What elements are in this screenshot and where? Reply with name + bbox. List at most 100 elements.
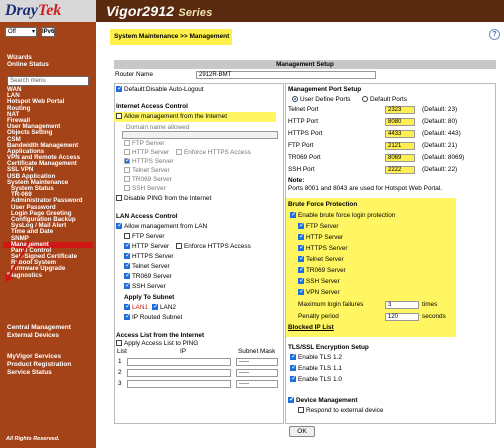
blocked-ip-link[interactable]: Blocked IP List bbox=[288, 324, 334, 332]
respond-external-checkbox[interactable] bbox=[298, 407, 304, 413]
tls12-label: Enable TLS 1.2 bbox=[298, 354, 342, 361]
brute-force-title: Brute Force Protection bbox=[288, 201, 358, 208]
note-title: Note: bbox=[288, 177, 305, 184]
default-logout-checkbox[interactable] bbox=[116, 85, 123, 93]
tls10-checkbox[interactable] bbox=[290, 375, 297, 383]
internet-ssh-label: SSH Server bbox=[132, 185, 166, 192]
router-name-label: Router Name bbox=[115, 71, 154, 78]
lan-ssh-label: SSH Server bbox=[132, 283, 166, 290]
internet-telnet-checkbox[interactable] bbox=[124, 167, 130, 173]
penalty-input[interactable]: 120 bbox=[385, 313, 419, 321]
access-mask-1-select[interactable]: ----- bbox=[236, 358, 278, 366]
sidebar-product-registration[interactable]: Product Registration bbox=[7, 361, 71, 368]
allow-internet-row[interactable]: Allow management from the Internet bbox=[116, 113, 227, 121]
search-menu-input[interactable]: Search menu bbox=[7, 76, 89, 86]
router-name-input[interactable]: 2912R-BMT bbox=[196, 71, 376, 79]
access-ip-1-input[interactable] bbox=[127, 358, 231, 366]
brute-ftp-checkbox[interactable] bbox=[298, 222, 305, 230]
lan-telnet-label: Telnet Server bbox=[132, 263, 170, 270]
brute-https-checkbox[interactable] bbox=[298, 244, 305, 252]
lan-telnet-checkbox[interactable] bbox=[124, 262, 131, 270]
management-setup-header: Management Setup bbox=[114, 60, 496, 69]
apply-ping-label: Apply Access List to PING bbox=[124, 340, 199, 347]
lan-https-checkbox[interactable] bbox=[124, 252, 131, 260]
lan-ftp-checkbox[interactable] bbox=[124, 233, 130, 239]
penalty-unit: seconds bbox=[422, 313, 446, 320]
default-ports-label: Default Ports bbox=[370, 96, 407, 103]
http-port-input[interactable]: 8080 bbox=[385, 118, 415, 126]
device-management-checkbox[interactable] bbox=[288, 396, 295, 404]
lan-http-checkbox[interactable] bbox=[124, 242, 131, 250]
copyright-text: All Rights Reserved. bbox=[6, 436, 60, 442]
brute-tr069-label: TR069 Server bbox=[306, 267, 346, 274]
internet-https-checkbox[interactable] bbox=[124, 157, 131, 165]
sidebar-external-devices[interactable]: External Devices bbox=[7, 332, 59, 339]
enable-brute-force-checkbox[interactable] bbox=[290, 211, 297, 219]
brute-vpn-label: VPN Server bbox=[306, 289, 340, 296]
disable-ping-checkbox[interactable] bbox=[116, 195, 122, 201]
ok-button[interactable]: OK bbox=[289, 426, 315, 437]
max-failures-label: Maximum login failures bbox=[298, 301, 364, 308]
internet-tr069-checkbox[interactable] bbox=[124, 176, 130, 182]
default-logout-row[interactable]: Default:Disable Auto-Logout bbox=[116, 85, 204, 94]
lan-http-label: HTTP Server bbox=[132, 243, 170, 250]
access-ip-2-input[interactable] bbox=[127, 369, 231, 377]
port-setup-title: Management Port Setup bbox=[288, 86, 362, 93]
user-define-radio[interactable] bbox=[292, 96, 298, 102]
lan2-checkbox[interactable] bbox=[152, 303, 159, 311]
tls12-checkbox[interactable] bbox=[290, 353, 297, 361]
internet-http-checkbox[interactable] bbox=[124, 149, 130, 155]
ssh-port-input[interactable]: 2222 bbox=[385, 166, 415, 174]
ip-routed-label: IP Routed Subnet bbox=[132, 314, 183, 321]
internet-ftp-checkbox[interactable] bbox=[124, 140, 130, 146]
lan-ssh-checkbox[interactable] bbox=[124, 282, 131, 290]
sidebar-service-status[interactable]: Service Status bbox=[7, 369, 52, 376]
device-management-label: Device Management bbox=[296, 397, 358, 404]
mode-dropdown[interactable]: Off bbox=[5, 27, 37, 37]
brute-http-checkbox[interactable] bbox=[298, 233, 305, 241]
domain-allowed-input[interactable] bbox=[122, 131, 278, 139]
tr069-port-label: TR069 Port bbox=[288, 154, 321, 161]
telnet-port-default: (Default: 23) bbox=[422, 106, 458, 113]
https-port-input[interactable]: 4433 bbox=[385, 130, 415, 138]
max-failures-input[interactable]: 3 bbox=[385, 301, 419, 309]
internet-ssh-checkbox[interactable] bbox=[124, 185, 130, 191]
brute-vpn-checkbox[interactable] bbox=[298, 288, 305, 296]
ipv6-toggle[interactable]: IPv6 bbox=[41, 27, 55, 37]
disable-ping-label: Disable PING from the Internet bbox=[124, 195, 212, 202]
sidebar-menu: WAN LAN Hotspot Web Portal Routing NAT F… bbox=[3, 86, 93, 279]
apply-ping-checkbox[interactable] bbox=[116, 340, 122, 346]
col-ip-header: IP bbox=[180, 348, 187, 355]
https-port-default: (Default: 443) bbox=[422, 130, 461, 137]
tls11-checkbox[interactable] bbox=[290, 364, 297, 372]
allow-internet-checkbox[interactable] bbox=[116, 113, 122, 119]
lan1-label: LAN1 bbox=[132, 304, 148, 311]
lan2-label: LAN2 bbox=[160, 304, 176, 311]
lan1-checkbox[interactable] bbox=[124, 303, 131, 311]
sidebar-wizards[interactable]: Wizards bbox=[7, 54, 32, 61]
allow-lan-checkbox[interactable] bbox=[116, 222, 123, 230]
default-ports-radio[interactable] bbox=[362, 96, 368, 102]
ftp-port-input[interactable]: 2121 bbox=[385, 142, 415, 150]
brute-ssh-checkbox[interactable] bbox=[298, 277, 305, 285]
lan-tr069-label: TR069 Server bbox=[132, 273, 172, 280]
tr069-port-input[interactable]: 8069 bbox=[385, 154, 415, 162]
access-mask-2-select[interactable]: ----- bbox=[236, 369, 278, 377]
max-failures-unit: times bbox=[422, 301, 438, 308]
ip-routed-checkbox[interactable] bbox=[124, 313, 131, 321]
brute-tr069-checkbox[interactable] bbox=[298, 266, 305, 274]
brute-telnet-checkbox[interactable] bbox=[298, 255, 305, 263]
sidebar-item-diagnostics[interactable]: Diagnostics bbox=[7, 272, 93, 279]
sidebar-myvigor[interactable]: MyVigor Services bbox=[7, 353, 61, 360]
access-mask-3-select[interactable]: ----- bbox=[236, 380, 278, 388]
access-ip-3-input[interactable] bbox=[127, 380, 231, 388]
ssh-port-default: (Default: 22) bbox=[422, 166, 458, 173]
breadcrumb: System Maintenance >> Management bbox=[110, 29, 232, 45]
sidebar-online-status[interactable]: Online Status bbox=[7, 61, 49, 68]
sidebar-central-management[interactable]: Central Management bbox=[7, 324, 71, 331]
lan-tr069-checkbox[interactable] bbox=[124, 272, 131, 280]
help-icon[interactable]: ? bbox=[489, 29, 500, 40]
telnet-port-input[interactable]: 2323 bbox=[385, 106, 415, 114]
lan-enforce-https-checkbox[interactable] bbox=[176, 243, 182, 249]
internet-enforce-https-checkbox[interactable] bbox=[176, 149, 182, 155]
